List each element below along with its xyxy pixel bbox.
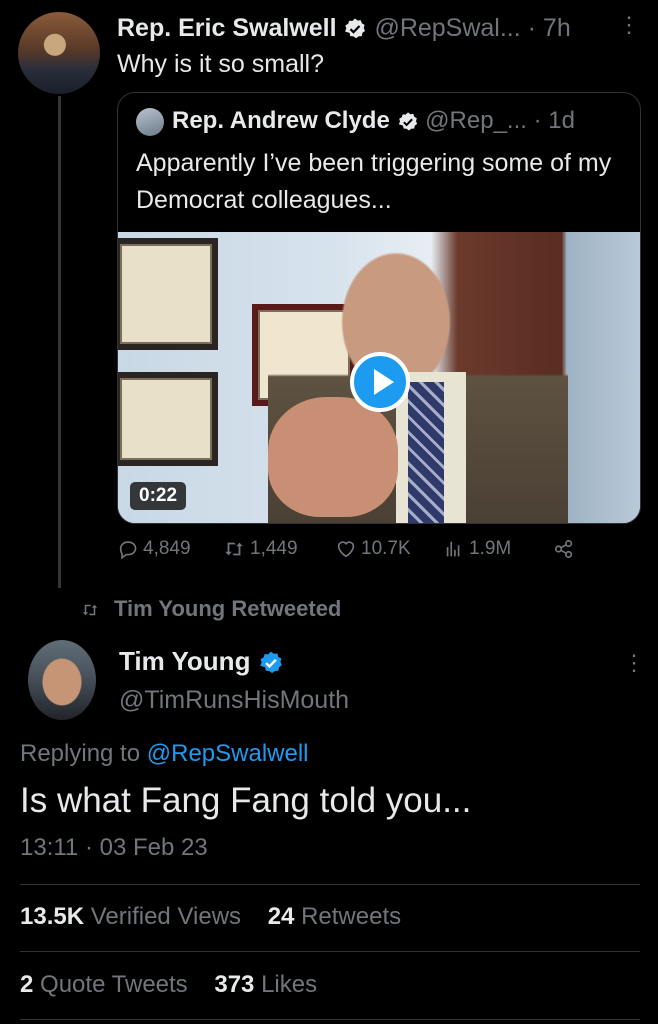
views-label: Verified Views xyxy=(90,903,242,930)
author-handle[interactable]: @RepSwal... xyxy=(374,14,520,42)
play-button-icon[interactable] xyxy=(350,352,410,412)
main-author-name[interactable]: Tim Young xyxy=(119,646,250,676)
hand xyxy=(268,397,398,517)
likes-label: Likes xyxy=(261,971,318,998)
likes-count: 373 xyxy=(214,971,255,998)
avatar-swalwell[interactable] xyxy=(18,12,100,94)
quoted-tweet-header: Rep. Andrew Clyde @Rep_... · 1d xyxy=(136,107,575,136)
retweets-label: Retweets xyxy=(301,903,402,930)
retweeted-by-label[interactable]: Tim Young Retweeted xyxy=(114,596,341,621)
video-thumbnail[interactable]: 0:22 xyxy=(118,232,640,523)
analytics-icon xyxy=(443,538,465,560)
quotes-label: Quote Tweets xyxy=(40,971,188,998)
tweet-actions: 4,849 1,449 10.7K 1.9M xyxy=(117,538,587,570)
wall-frame xyxy=(118,238,218,350)
retweet-icon xyxy=(222,538,246,560)
parent-tweet-text: Why is it so small? xyxy=(117,50,324,78)
replying-to-link[interactable]: @RepSwalwell xyxy=(147,740,309,767)
verified-badge-icon xyxy=(258,650,284,676)
quoted-tweet-card[interactable]: Rep. Andrew Clyde @Rep_... · 1d Apparent… xyxy=(117,92,641,524)
tweet-timestamp[interactable]: 13:11 · 03 Feb 23 xyxy=(20,834,208,862)
retweet-button[interactable]: 1,449 xyxy=(222,538,298,560)
divider xyxy=(20,951,640,952)
views-button[interactable]: 1.9M xyxy=(443,538,511,560)
view-count: 1.9M xyxy=(469,538,512,559)
reply-button[interactable]: 4,849 xyxy=(117,538,191,560)
share-icon xyxy=(553,538,575,560)
like-count: 10.7K xyxy=(361,538,411,559)
replying-to: Replying to @RepSwalwell xyxy=(20,740,309,768)
quotes-stat[interactable]: 2 Quote Tweets xyxy=(20,971,188,998)
tie xyxy=(408,382,444,523)
retweet-count: 1,449 xyxy=(250,538,298,559)
wall-frame xyxy=(118,372,218,466)
share-button[interactable] xyxy=(553,538,575,560)
retweeted-context: Tim Young Retweeted xyxy=(80,596,341,622)
more-options-icon[interactable]: ⋮ xyxy=(623,650,645,676)
reply-count: 4,849 xyxy=(143,538,191,559)
avatar-tim-young[interactable] xyxy=(28,640,96,720)
verified-badge-icon xyxy=(397,111,419,133)
views-count: 13.5K xyxy=(20,903,85,930)
verified-badge-icon xyxy=(343,17,367,41)
like-button[interactable]: 10.7K xyxy=(335,538,411,560)
stats-row-1: 13.5K Verified Views 24 Retweets xyxy=(20,903,401,931)
more-options-icon[interactable]: ⋮ xyxy=(618,12,640,38)
quoted-tweet-time[interactable]: · 1d xyxy=(534,107,575,134)
quoted-tweet-text: Apparently I’ve been triggering some of … xyxy=(136,149,612,214)
divider xyxy=(20,1019,640,1020)
views-stat[interactable]: 13.5K Verified Views xyxy=(20,903,241,930)
stats-row-2: 2 Quote Tweets 373 Likes xyxy=(20,971,317,999)
thread-line xyxy=(58,96,61,588)
tweet-time[interactable]: · 7h xyxy=(528,14,571,42)
quoted-author-handle[interactable]: @Rep_... xyxy=(425,107,527,134)
quotes-count: 2 xyxy=(20,971,34,998)
main-tweet-text: Is what Fang Fang told you... xyxy=(20,781,472,820)
likes-stat[interactable]: 373 Likes xyxy=(214,971,317,998)
retweet-icon xyxy=(80,601,100,619)
retweets-stat[interactable]: 24 Retweets xyxy=(268,903,401,930)
heart-icon xyxy=(335,538,357,560)
quoted-author-name[interactable]: Rep. Andrew Clyde xyxy=(172,107,390,134)
main-author-name-row: Tim Young xyxy=(119,646,284,677)
reply-icon xyxy=(117,538,139,560)
divider xyxy=(20,884,640,885)
parent-tweet-header: Rep. Eric Swalwell @RepSwal... · 7h xyxy=(117,12,571,44)
retweets-count: 24 xyxy=(267,903,295,930)
video-duration: 0:22 xyxy=(130,482,187,510)
author-name[interactable]: Rep. Eric Swalwell xyxy=(117,14,337,42)
replying-prefix: Replying to xyxy=(20,740,141,767)
main-author-handle[interactable]: @TimRunsHisMouth xyxy=(119,686,349,715)
avatar-clyde[interactable] xyxy=(136,107,164,136)
